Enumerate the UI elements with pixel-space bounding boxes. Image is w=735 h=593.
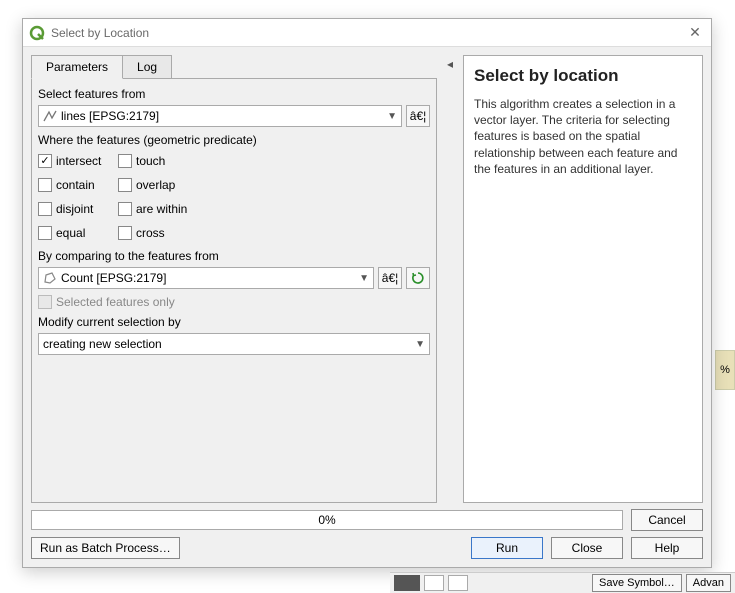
compare-value: Count [EPSG:2179] — [61, 271, 359, 285]
compare-label: By comparing to the features from — [38, 249, 430, 263]
checkbox-touch[interactable] — [118, 154, 132, 168]
tab-bar: Parameters Log — [31, 55, 437, 79]
help-title: Select by location — [474, 66, 692, 86]
bg-grid-icon[interactable] — [424, 575, 444, 591]
label-cross: cross — [136, 226, 165, 240]
save-symbol-button[interactable]: Save Symbol… — [592, 574, 682, 592]
label-selected-only: Selected features only — [56, 295, 175, 309]
help-text: This algorithm creates a selection in a … — [474, 96, 692, 177]
run-as-batch-button[interactable]: Run as Batch Process… — [31, 537, 180, 559]
checkbox-overlap[interactable] — [118, 178, 132, 192]
label-overlap: overlap — [136, 178, 175, 192]
label-equal: equal — [56, 226, 85, 240]
select-from-label: Select features from — [38, 87, 430, 101]
checkbox-intersect[interactable] — [38, 154, 52, 168]
select-from-value: lines [EPSG:2179] — [61, 109, 387, 123]
tab-log[interactable]: Log — [122, 55, 172, 79]
predicate-label: Where the features (geometric predicate) — [38, 133, 430, 147]
parameters-panel: Select features from lines [EPSG:2179] ▼… — [31, 78, 437, 503]
select-from-browse-button[interactable]: â€¦ — [406, 105, 430, 127]
label-touch: touch — [136, 154, 165, 168]
select-from-combo[interactable]: lines [EPSG:2179] ▼ — [38, 105, 402, 127]
close-button[interactable]: Close — [551, 537, 623, 559]
advanced-button[interactable]: Advan — [686, 574, 731, 592]
compare-combo[interactable]: Count [EPSG:2179] ▼ — [38, 267, 374, 289]
modify-combo[interactable]: creating new selection ▼ — [38, 333, 430, 355]
help-button[interactable]: Help — [631, 537, 703, 559]
progress-bar: 0% — [31, 510, 623, 530]
polygon-layer-icon — [43, 271, 57, 285]
compare-browse-button[interactable]: â€¦ — [378, 267, 402, 289]
bg-list-icon[interactable] — [448, 575, 468, 591]
checkbox-selected-only — [38, 295, 52, 309]
help-panel: Select by location This algorithm create… — [463, 55, 703, 503]
run-button[interactable]: Run — [471, 537, 543, 559]
close-icon[interactable]: ✕ — [685, 24, 705, 41]
label-contain: contain — [56, 178, 95, 192]
chevron-down-icon: ▼ — [359, 273, 369, 284]
cancel-button[interactable]: Cancel — [631, 509, 703, 531]
checkbox-contain[interactable] — [38, 178, 52, 192]
label-are-within: are within — [136, 202, 187, 216]
progress-percent: 0% — [32, 511, 622, 529]
checkbox-equal[interactable] — [38, 226, 52, 240]
checkbox-cross[interactable] — [118, 226, 132, 240]
modify-value: creating new selection — [43, 337, 415, 351]
titlebar: Select by Location ✕ — [23, 19, 711, 47]
select-by-location-dialog: Select by Location ✕ Parameters Log Sele… — [22, 18, 712, 568]
iterate-button[interactable] — [406, 267, 430, 289]
chevron-down-icon: ▼ — [387, 111, 397, 122]
tab-parameters[interactable]: Parameters — [31, 55, 123, 79]
checkbox-are-within[interactable] — [118, 202, 132, 216]
bg-statusbar: Save Symbol… Advan — [390, 572, 735, 593]
checkbox-disjoint[interactable] — [38, 202, 52, 216]
panel-splitter[interactable]: ◂ — [443, 55, 457, 503]
window-title: Select by Location — [51, 26, 149, 40]
line-layer-icon — [43, 109, 57, 123]
qgis-icon — [29, 25, 45, 41]
label-intersect: intersect — [56, 154, 101, 168]
bg-swatch — [394, 575, 420, 591]
modify-label: Modify current selection by — [38, 315, 430, 329]
chevron-down-icon: ▼ — [415, 339, 425, 350]
bg-right-strip: % — [715, 350, 735, 390]
label-disjoint: disjoint — [56, 202, 93, 216]
